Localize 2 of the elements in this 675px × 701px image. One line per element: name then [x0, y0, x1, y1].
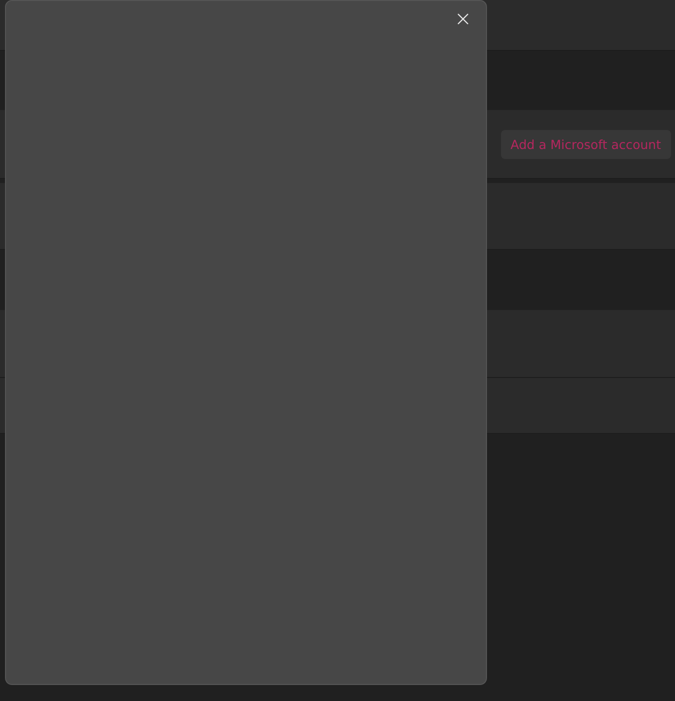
close-icon[interactable]	[457, 13, 469, 25]
add-account-button[interactable]: Add a Microsoft account	[500, 130, 671, 158]
